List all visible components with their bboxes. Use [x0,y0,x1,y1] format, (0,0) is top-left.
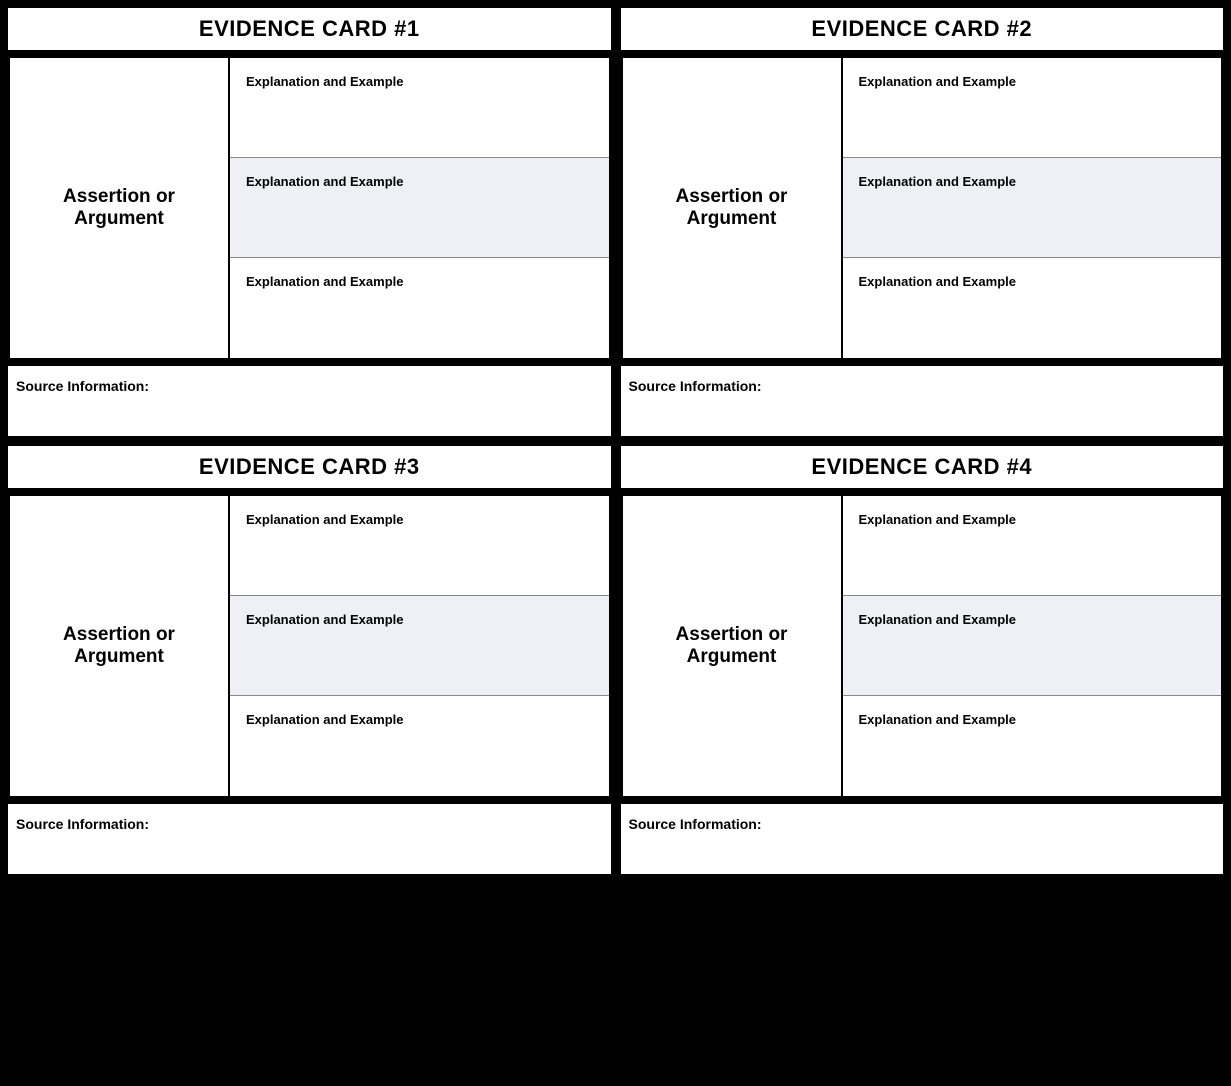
explanation-cell-1-2[interactable]: Explanation and Example [230,158,609,258]
source-bar-4[interactable]: Source Information: [621,804,1224,874]
card-title-1: EVIDENCE CARD #1 [8,8,611,50]
card-title-2: EVIDENCE CARD #2 [621,8,1224,50]
explanation-cell-1-3[interactable]: Explanation and Example [230,258,609,358]
card-body-4: Assertion or Argument Explanation and Exa… [621,494,1224,798]
explanation-cell-4-1[interactable]: Explanation and Example [843,496,1222,596]
explanation-cell-4-2[interactable]: Explanation and Example [843,596,1222,696]
assertion-col-2: Assertion or Argument [623,58,843,358]
card-title-4: EVIDENCE CARD #4 [621,446,1224,488]
explanation-cell-3-3[interactable]: Explanation and Example [230,696,609,796]
page-grid: EVIDENCE CARD #1 Assertion or Argument Exp… [8,8,1223,874]
source-bar-2[interactable]: Source Information: [621,366,1224,436]
assertion-label-4: Assertion or Argument [639,624,825,668]
explanations-col-1: Explanation and ExampleExplanation and E… [230,58,609,358]
card-title-3: EVIDENCE CARD #3 [8,446,611,488]
explanation-cell-3-2[interactable]: Explanation and Example [230,596,609,696]
explanations-col-3: Explanation and ExampleExplanation and E… [230,496,609,796]
card-body-3: Assertion or Argument Explanation and Exa… [8,494,611,798]
evidence-card-1: EVIDENCE CARD #1 Assertion or Argument Exp… [8,8,611,436]
evidence-card-4: EVIDENCE CARD #4 Assertion or Argument Exp… [621,446,1224,874]
explanation-cell-2-2[interactable]: Explanation and Example [843,158,1222,258]
evidence-card-3: EVIDENCE CARD #3 Assertion or Argument Exp… [8,446,611,874]
assertion-col-3: Assertion or Argument [10,496,230,796]
assertion-label-2: Assertion or Argument [639,186,825,230]
assertion-col-1: Assertion or Argument [10,58,230,358]
explanation-cell-2-3[interactable]: Explanation and Example [843,258,1222,358]
card-body-1: Assertion or Argument Explanation and Exa… [8,56,611,360]
explanation-cell-4-3[interactable]: Explanation and Example [843,696,1222,796]
card-body-2: Assertion or Argument Explanation and Exa… [621,56,1224,360]
explanation-cell-1-1[interactable]: Explanation and Example [230,58,609,158]
assertion-col-4: Assertion or Argument [623,496,843,796]
evidence-card-2: EVIDENCE CARD #2 Assertion or Argument Exp… [621,8,1224,436]
explanation-cell-3-1[interactable]: Explanation and Example [230,496,609,596]
source-bar-3[interactable]: Source Information: [8,804,611,874]
explanation-cell-2-1[interactable]: Explanation and Example [843,58,1222,158]
assertion-label-1: Assertion or Argument [26,186,212,230]
assertion-label-3: Assertion or Argument [26,624,212,668]
explanations-col-4: Explanation and ExampleExplanation and E… [843,496,1222,796]
explanations-col-2: Explanation and ExampleExplanation and E… [843,58,1222,358]
source-bar-1[interactable]: Source Information: [8,366,611,436]
